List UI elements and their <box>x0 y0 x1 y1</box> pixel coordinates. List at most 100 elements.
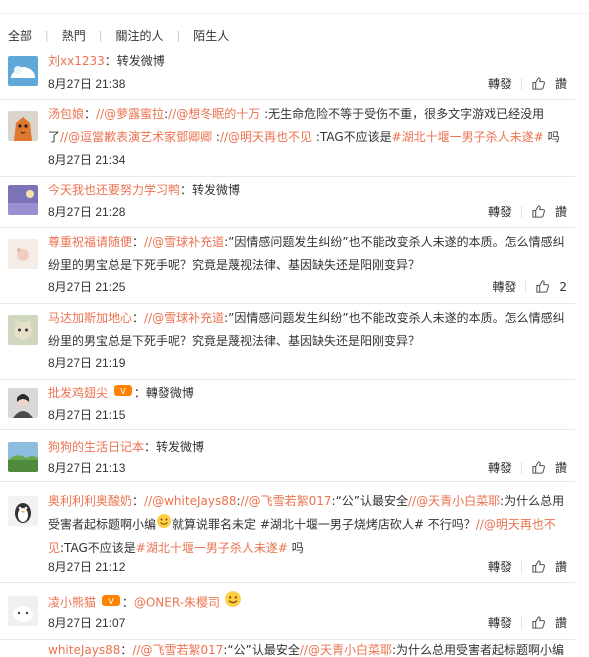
mention-link[interactable]: //@明天再也不 <box>476 518 556 532</box>
comment-text: 尊重祝福请随便：//@雪球补充道:”因情感问题发生纠纷”也不能改变杀人未遂的本质… <box>48 235 565 272</box>
repost-button[interactable]: 轉發 <box>492 278 516 295</box>
comment-actions: 轉發 2 <box>492 278 567 295</box>
reply-button[interactable]: 讚 <box>555 203 567 220</box>
repost-button[interactable]: 轉發 <box>488 203 512 220</box>
comment-actions: 轉發 讚 <box>488 203 567 220</box>
mention-link[interactable]: //@天青小白菜耶 <box>408 494 500 508</box>
comment-text: 奥利利利奥酸奶：//@whiteJays88://@飞雪若絮017:“公”认最安… <box>48 494 565 555</box>
comment-item: 刘xx1233：转发微博 8月27日 21:38 轉發 讚 <box>0 48 575 100</box>
thumbs-up-icon <box>532 205 545 218</box>
hashtag-link[interactable]: #湖北十堰一男子杀人未遂# <box>392 130 544 144</box>
thumbs-up-icon <box>536 280 550 293</box>
comment-text: 汤包娘：//@萝露蜜拉://@想冬眠的十万 :无生命危险不等于受伤不重，很多文字… <box>48 107 560 144</box>
thumbs-up-icon <box>532 560 545 573</box>
username-link[interactable]: 今天我也还要努力学习鸭 <box>48 183 180 197</box>
smile-emoji-icon <box>156 513 172 537</box>
comment-actions: 轉發 讚 <box>488 558 567 575</box>
mention-link[interactable]: //@逗當歉表演艺术家鄧卿卿 <box>60 130 212 144</box>
comment-actions: 轉發 讚 <box>488 614 567 631</box>
tab-all[interactable]: 全部 <box>8 27 32 44</box>
mention-link[interactable]: //@飞雪若絮017 <box>132 643 223 657</box>
tab-strangers[interactable]: 陌生人 <box>193 27 229 44</box>
comment-time: 8月27日 21:19 <box>48 356 126 370</box>
action-divider <box>520 77 522 90</box>
avatar[interactable] <box>8 56 38 86</box>
svg-text:V: V <box>108 597 114 606</box>
like-button[interactable]: 2 <box>535 279 567 294</box>
comment-filter-tabs: 全部 | 熱門 | 關注的人 | 陌生人 <box>8 26 229 44</box>
comment-actions: 轉發 讚 <box>488 459 567 476</box>
repost-button[interactable]: 轉發 <box>488 614 512 631</box>
username-link[interactable]: 汤包娘 <box>48 107 84 121</box>
reply-button[interactable]: 讚 <box>555 614 567 631</box>
comment-item: 奥利利利奥酸奶：//@whiteJays88://@飞雪若絮017:“公”认最安… <box>0 482 575 583</box>
like-button[interactable] <box>531 615 555 630</box>
mention-link[interactable]: //@明天再也不见 <box>220 130 312 144</box>
repost-button[interactable]: 轉發 <box>488 558 512 575</box>
avatar[interactable] <box>8 239 38 269</box>
mention-link[interactable]: //@雪球补充道 <box>144 311 224 325</box>
mention-link[interactable]: //@想冬眠的十万 <box>168 107 260 121</box>
username-link[interactable]: whiteJays88 <box>48 643 120 657</box>
username-link[interactable]: 尊重祝福请随便 <box>48 235 132 249</box>
like-button[interactable] <box>531 76 555 91</box>
action-divider <box>525 280 527 293</box>
avatar[interactable] <box>8 388 38 418</box>
mention-link[interactable]: @ONER-朱樱司 <box>134 596 220 610</box>
action-divider <box>520 205 522 218</box>
tab-separator: | <box>176 28 181 42</box>
repost-button[interactable]: 轉發 <box>488 459 512 476</box>
comment-item: 马达加斯加地心：//@雪球补充道:”因情感问题发生纠纷”也不能改变杀人未遂的本质… <box>0 304 575 380</box>
mention-link[interactable]: //@雪球补充道 <box>144 235 224 249</box>
comment-time: 8月27日 21:28 <box>48 205 126 219</box>
comment-time: 8月27日 21:12 <box>48 560 126 574</box>
reply-button[interactable]: 讚 <box>555 558 567 575</box>
hashtag-link[interactable]: #湖北十堰一男子杀人未遂# <box>136 541 288 555</box>
action-divider <box>520 616 522 629</box>
member-badge-icon: V <box>101 592 120 615</box>
comment-text: 批发鸡翅尖 V ：轉發微博 <box>48 382 568 405</box>
avatar[interactable] <box>8 111 38 141</box>
member-badge-icon: V <box>113 382 132 405</box>
comment-item: 凌小熊猫 V ：@ONER-朱樱司 8月27日 21:07 轉發 讚 <box>0 583 575 640</box>
smile-emoji-icon <box>224 590 242 616</box>
action-divider <box>520 461 522 474</box>
mention-link[interactable]: //@天青小白菜耶 <box>300 643 392 657</box>
comment-content: 转发微博 <box>116 54 165 68</box>
like-button[interactable] <box>531 460 555 475</box>
mention-link[interactable]: //@飞雪若絮017 <box>241 494 332 508</box>
repost-button[interactable]: 轉發 <box>488 75 512 92</box>
tab-separator: | <box>45 28 49 42</box>
comment-text: 今天我也还要努力学习鸭：转发微博 <box>48 183 241 197</box>
username-link[interactable]: 奥利利利奥酸奶 <box>48 494 132 508</box>
tab-following[interactable]: 關注的人 <box>115 27 163 44</box>
avatar[interactable] <box>8 315 38 345</box>
comment-content: 转发微博 <box>156 440 205 454</box>
avatar[interactable] <box>8 185 38 215</box>
comment-item: whiteJays88：//@飞雪若絮017:“公”认最安全//@天青小白菜耶:… <box>0 640 575 657</box>
comment-text: 刘xx1233：转发微博 <box>48 54 165 68</box>
comment-text: 马达加斯加地心：//@雪球补充道:”因情感问题发生纠纷”也不能改变杀人未遂的本质… <box>48 311 565 348</box>
comment-item: 狗狗的生活日记本：转发微博 8月27日 21:13 轉發 讚 <box>0 430 575 482</box>
avatar[interactable] <box>8 442 38 472</box>
avatar[interactable] <box>8 496 38 526</box>
mention-link[interactable]: //@萝露蜜拉 <box>96 107 164 121</box>
like-count: 2 <box>559 279 567 294</box>
username-link[interactable]: 刘xx1233 <box>48 54 105 68</box>
comment-item: 批发鸡翅尖 V ：轉發微博 8月27日 21:15 <box>0 380 575 430</box>
comment-content: 轉發微博 <box>145 386 194 400</box>
mention-link[interactable]: //@whiteJays88 <box>144 494 236 508</box>
reply-button[interactable]: 讚 <box>555 75 567 92</box>
like-button[interactable] <box>531 204 555 219</box>
avatar[interactable] <box>8 596 38 626</box>
username-link[interactable]: 狗狗的生活日记本 <box>48 440 144 454</box>
username-link[interactable]: 凌小熊猫 <box>48 596 96 610</box>
username-link[interactable]: 批发鸡翅尖 <box>48 386 108 400</box>
tab-hot[interactable]: 熱門 <box>62 27 86 44</box>
thumbs-up-icon <box>532 616 545 629</box>
username-link[interactable]: 马达加斯加地心 <box>48 311 132 325</box>
reply-button[interactable]: 讚 <box>555 459 567 476</box>
comment-text: 凌小熊猫 V ：@ONER-朱樱司 <box>48 590 568 616</box>
like-button[interactable] <box>531 559 555 574</box>
comment-time: 8月27日 21:34 <box>48 153 126 167</box>
